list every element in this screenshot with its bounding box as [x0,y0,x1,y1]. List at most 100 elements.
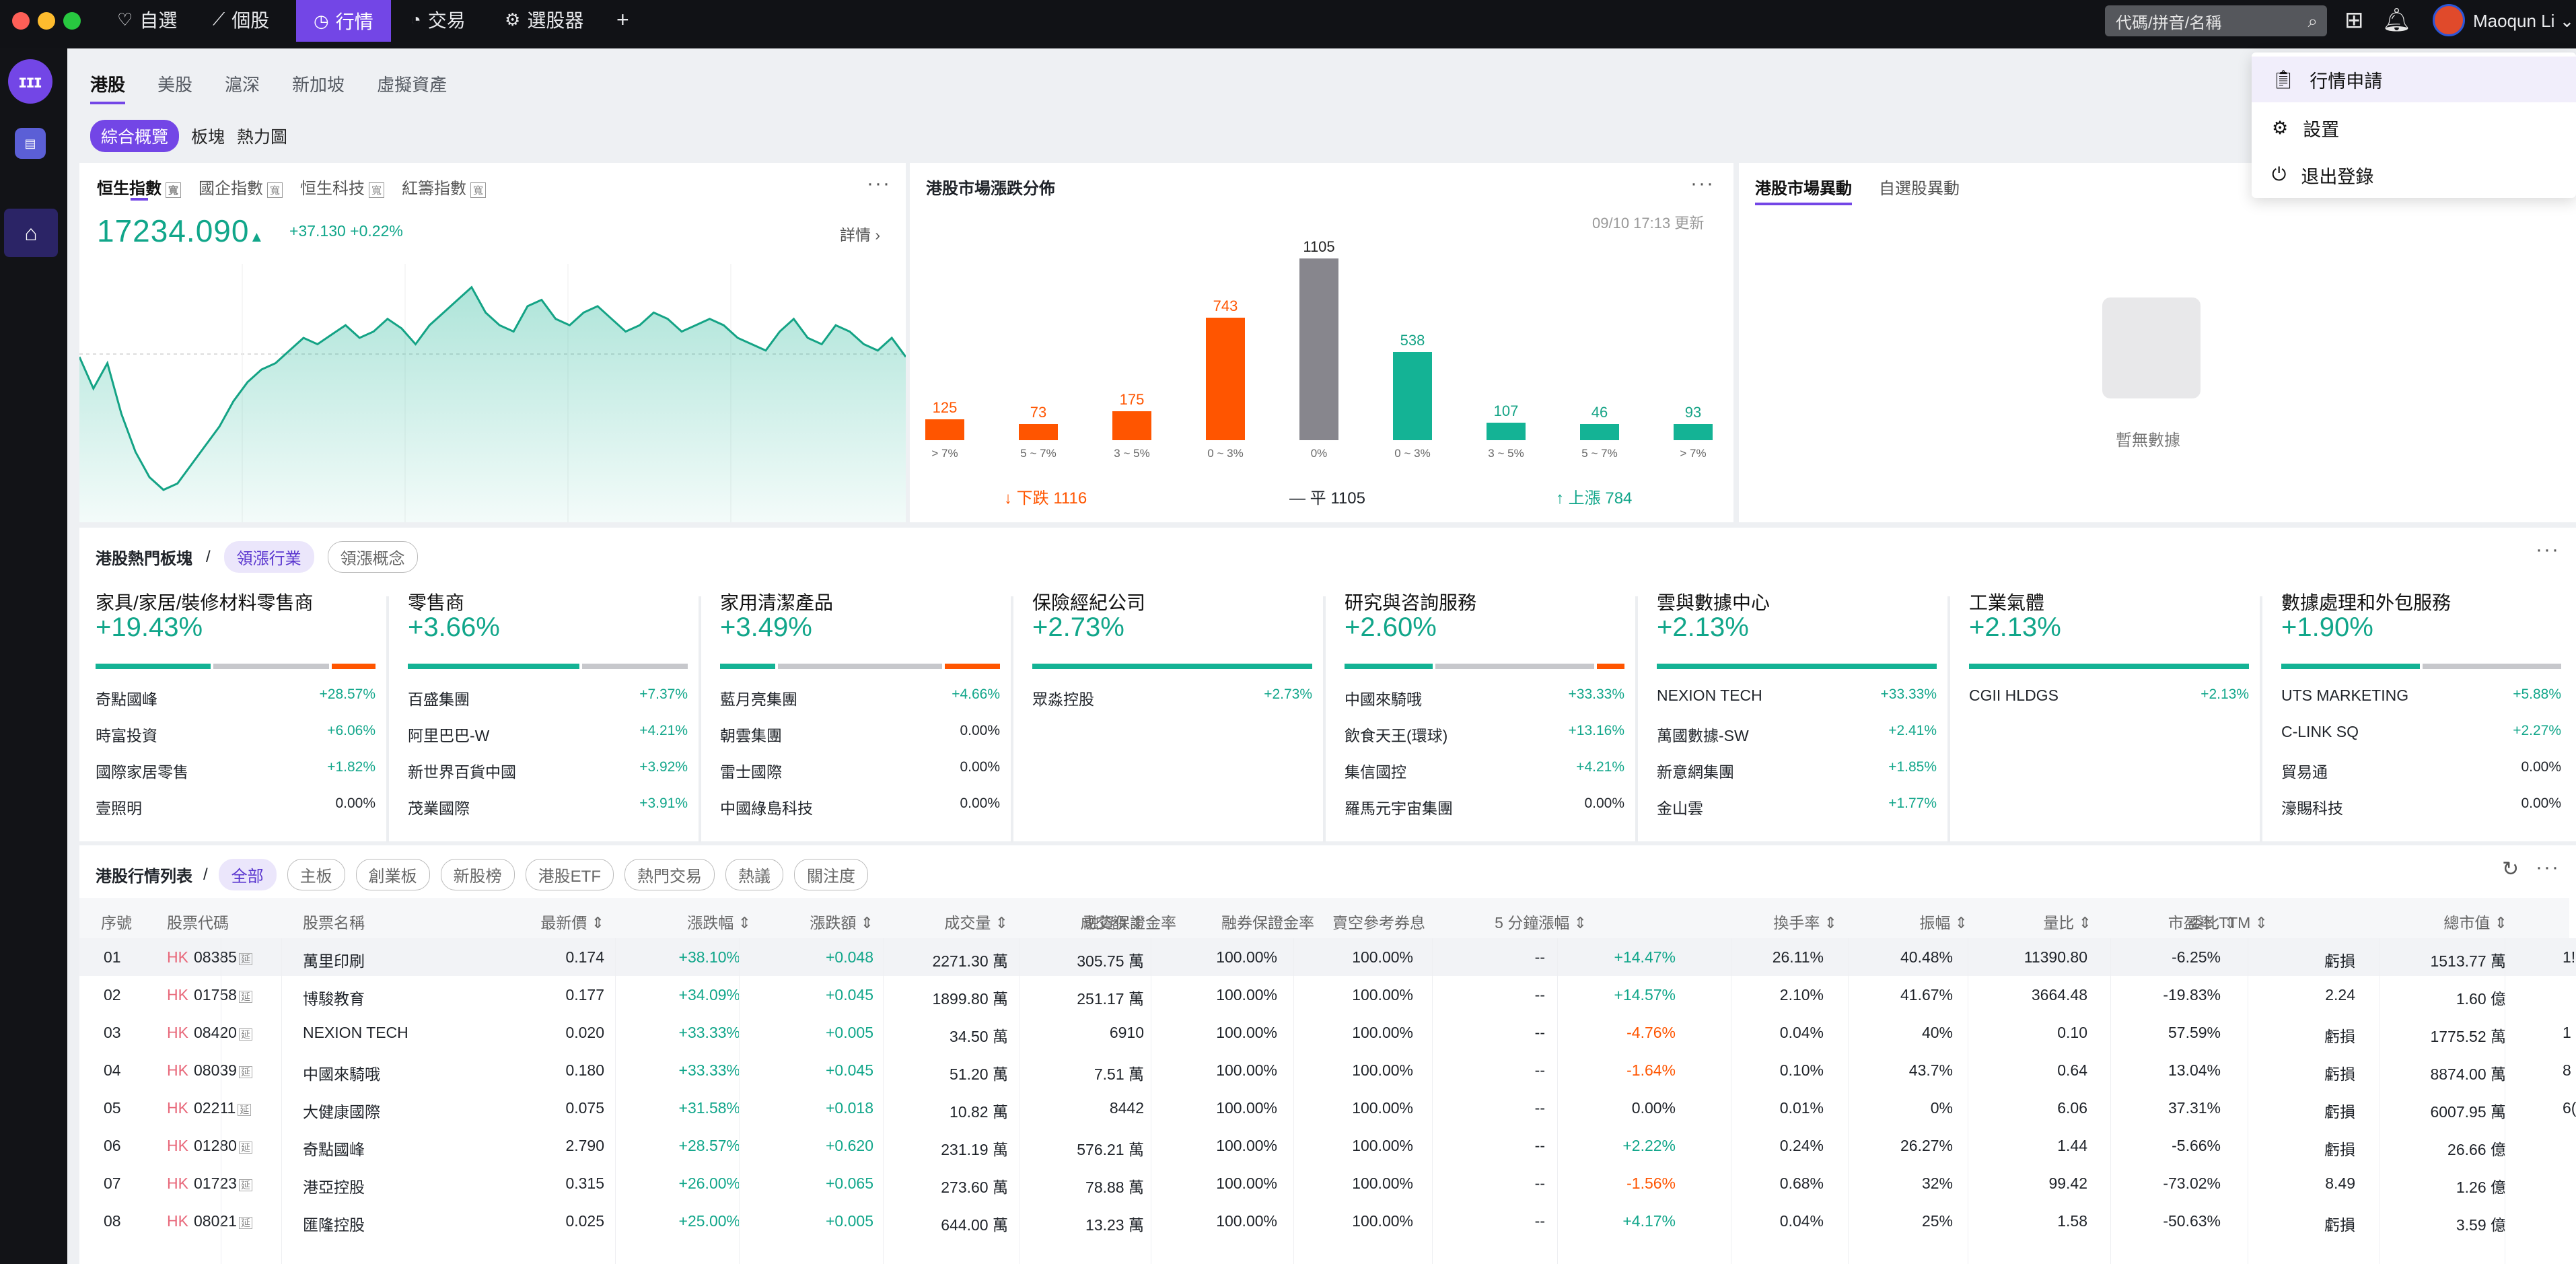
table-row[interactable]: 01 HK 08385 延 萬里印刷 0.174 +38.10% +0.048 2271.30 … [79,938,2576,976]
sector-stock-row[interactable]: 藍月亮集團 +4.66% [720,687,1000,709]
more-icon[interactable]: ··· [1690,172,1715,195]
sector-stock-row[interactable]: 貿易通 0.00% [2281,759,2561,782]
column-header[interactable]: 市盈率 TTM ⇕ [2168,910,2268,933]
user-name-menu[interactable]: Maoqun Li ⌄ [2473,11,2574,32]
column-header[interactable]: 賣空參考券息 [1332,910,1425,933]
pill-leading-industry[interactable]: 領漲行業 [223,541,314,573]
column-header[interactable]: 5 分鐘漲幅 ⇕ [1495,910,1587,933]
sector-stock-row[interactable]: 雷士國際 0.00% [720,759,1000,782]
app-shortcut-icon[interactable]: ▤ [15,128,46,159]
sector-stock-row[interactable]: 中國綠島科技 0.00% [720,796,1000,818]
table-row[interactable]: 08 HK 08021 延 匯隆控股 0.025 +25.00% +0.005 644.00 萬… [79,1202,2576,1240]
tab-redchip[interactable]: 紅籌指數寬 [402,175,487,199]
tab-market-anomaly[interactable]: 港股市場異動 [1755,175,1852,205]
minimize-window-button[interactable] [38,12,55,30]
nav-quotes[interactable]: ◷ 行情 [296,0,391,42]
sector-stock-row[interactable]: NEXION TECH +33.33% [1657,687,1937,705]
sector-stock-row[interactable]: 新意網集團 +1.85% [1657,759,1937,782]
sector-stock-row[interactable]: 萬國數據-SW +2.41% [1657,723,1937,746]
sector-stock-row[interactable]: 眾淼控股 +2.73% [1032,687,1312,709]
refresh-icon[interactable]: ↻ [2502,857,2519,881]
sector-stock-row[interactable]: UTS MARKETING +5.88% [2281,687,2561,705]
tab-watchlist-anomaly[interactable]: 自選股異動 [1879,175,1960,205]
pill-leading-concept[interactable]: 領漲概念 [327,541,418,573]
tab-cn[interactable]: 滬深 [225,71,260,104]
apps-grid-icon[interactable]: ⊞ [2345,7,2364,34]
bell-icon[interactable]: 🔔︎ [2382,7,2411,34]
sector-stock-row[interactable]: 集信國控 +4.21% [1345,759,1624,782]
column-header[interactable]: 漲跌額 ⇕ [810,910,873,933]
filter-pill[interactable]: 主板 [287,859,345,890]
subtab-overview[interactable]: 綜合概覽 [90,120,180,152]
tab-sg[interactable]: 新加坡 [292,71,345,104]
nav-stock[interactable]: ⟋ 個股 [213,0,269,39]
brand-logo[interactable]: ɪɪɪ [8,59,52,104]
close-window-button[interactable] [12,12,30,30]
sector-stock-row[interactable]: 金山雲 +1.77% [1657,796,1937,818]
nav-screener[interactable]: ⚙ 選股器 [505,0,583,39]
column-header[interactable]: 最新價 ⇕ [540,910,604,933]
column-header[interactable]: 融券保證金率 [1221,910,1314,933]
sector-column[interactable]: 雲與數據中心 +2.13% NEXION TECH +33.33% 萬國數據-SW +2.… [1641,588,1937,817]
column-header[interactable]: 融資保證金率 [1083,910,1176,933]
table-row[interactable]: 07 HK 01723 延 港亞控股 0.315 +26.00% +0.065 273.60 萬… [79,1164,2576,1202]
subtab-heatmap[interactable]: 熱力圖 [237,124,287,148]
tab-crypto[interactable]: 虛擬資產 [377,71,447,104]
tab-hstech[interactable]: 恒生科技寬 [300,175,385,199]
more-icon[interactable]: ··· [867,172,891,195]
sector-stock-row[interactable]: 新世界百貨中國 +3.92% [408,759,688,782]
nav-watchlist[interactable]: ♡ 自選 [117,0,177,39]
add-tab-button[interactable]: + [616,0,629,39]
column-header[interactable]: 總市值 ⇕ [2443,910,2507,933]
sector-stock-row[interactable]: C-LINK SQ +2.27% [2281,723,2561,741]
sector-stock-row[interactable]: 中國來騎哦 +33.33% [1345,687,1624,709]
sector-column[interactable]: 保險經紀公司 +2.73% 眾淼控股 +2.73% [1016,588,1312,817]
table-row[interactable]: 02 HK 01758 延 博駿教育 0.177 +34.09% +0.045 1899.80 … [79,976,2576,1014]
sector-stock-row[interactable]: 濠賜科技 0.00% [2281,796,2561,818]
tab-hk[interactable]: 港股 [90,71,126,104]
subtab-sectors[interactable]: 板塊 [191,124,225,148]
sector-column[interactable]: 家具/家居/裝修材料零售商 +19.43% 奇點國峰 +28.57% 時富投資 +6.06… [79,588,375,817]
tab-hsi[interactable]: 恒生指數寬 [97,175,182,199]
sector-stock-row[interactable]: 茂業國際 +3.91% [408,796,688,818]
home-icon[interactable]: ⌂ [4,209,58,257]
menu-item-quote-application[interactable]: 📋︎ 行情申請 [2252,57,2576,102]
column-header[interactable]: 量比 ⇕ [2043,910,2091,933]
sector-stock-row[interactable]: 羅馬元宇宙集團 0.00% [1345,796,1624,818]
search-icon[interactable]: ⌕ [2307,11,2318,32]
sector-stock-row[interactable]: 朝雲集團 0.00% [720,723,1000,746]
filter-pill[interactable]: 熱議 [725,859,783,890]
sector-stock-row[interactable]: 壹照明 0.00% [96,796,375,818]
column-header[interactable]: 振幅 ⇕ [1919,910,1968,933]
filter-pill[interactable]: 熱門交易 [624,859,715,890]
sector-stock-row[interactable]: 國際家居零售 +1.82% [96,759,375,782]
filter-pill[interactable]: 新股榜 [440,859,515,890]
sector-stock-row[interactable]: 阿里巴巴-W +4.21% [408,723,688,746]
avatar[interactable] [2433,4,2465,36]
tab-us[interactable]: 美股 [157,71,192,104]
zoom-window-button[interactable] [63,12,81,30]
sector-stock-row[interactable]: 飲食天王(環球) +13.16% [1345,723,1624,746]
detail-link[interactable]: 詳情 › [840,222,880,245]
more-icon[interactable]: ··· [2536,856,2560,879]
filter-pill[interactable]: 創業板 [355,859,430,890]
column-header[interactable]: 成交量 ⇕ [944,910,1008,933]
table-row[interactable]: 05 HK 02211 延 大健康國際 0.075 +31.58% +0.018 10.82 萬… [79,1089,2576,1127]
sector-column[interactable]: 工業氣體 +2.13% CGII HLDGS +2.13% [1953,588,2249,817]
sector-stock-row[interactable]: 奇點國峰 +28.57% [96,687,375,709]
sector-column[interactable]: 家用清潔產品 +3.49% 藍月亮集團 +4.66% 朝雲集團 0.00% 雷士國際 0.00… [704,588,1000,817]
filter-pill[interactable]: 全部 [218,859,277,890]
menu-item-settings[interactable]: ⚙ 設置 [2252,105,2576,151]
search-input[interactable]: 代碼/拼音/名稱 ⌕ [2105,5,2327,36]
more-icon[interactable]: ··· [2536,538,2560,561]
sector-stock-row[interactable]: CGII HLDGS +2.13% [1969,687,2249,705]
nav-trade[interactable]: ◔ 交易 [410,0,466,39]
sector-stock-row[interactable]: 時富投資 +6.06% [96,723,375,746]
column-header[interactable]: 漲跌幅 ⇕ [687,910,751,933]
table-row[interactable]: 03 HK 08420 延 NEXION TECH 0.020 +33.33% +0.005 3… [79,1014,2576,1051]
filter-pill[interactable]: 港股ETF [525,859,614,890]
sector-column[interactable]: 研究與咨詢服務 +2.60% 中國來騎哦 +33.33% 飲食天王(環球) +13.16%… [1328,588,1624,817]
filter-pill[interactable]: 關注度 [794,859,868,890]
menu-item-logout[interactable]: ⏻ 退出登錄 [2252,152,2576,198]
column-header[interactable]: 換手率 ⇕ [1773,910,1837,933]
